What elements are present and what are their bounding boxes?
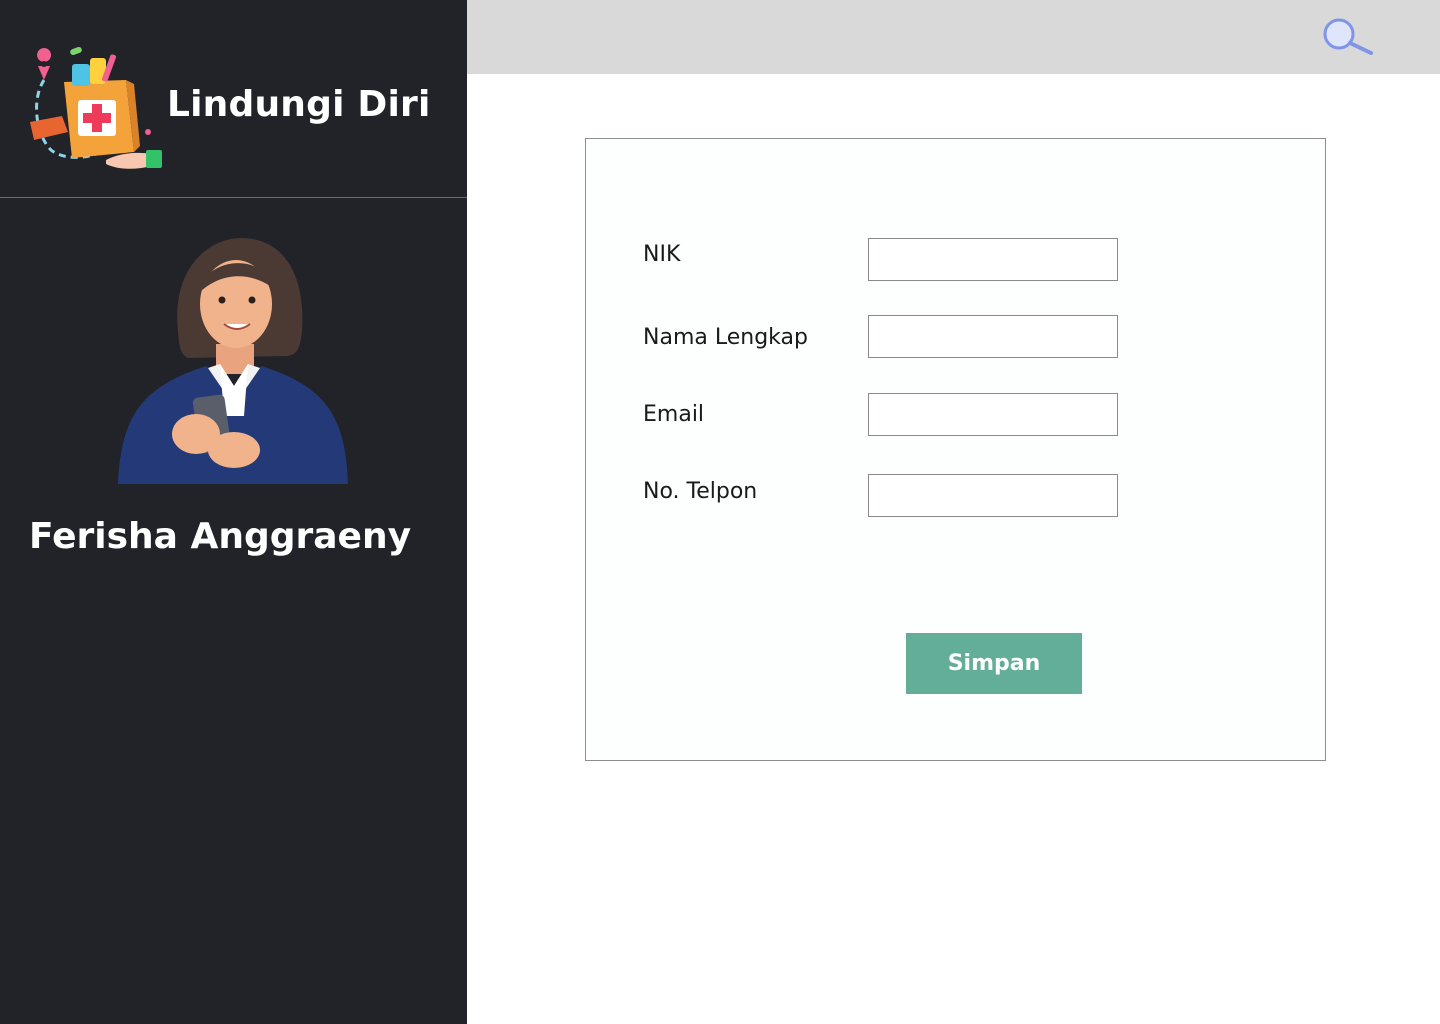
search-button[interactable]	[1322, 17, 1376, 57]
medicine-bag-icon	[30, 46, 162, 169]
save-button[interactable]: Simpan	[906, 633, 1082, 694]
phone-label: No. Telpon	[643, 479, 758, 504]
email-input[interactable]	[868, 393, 1118, 436]
topbar	[467, 0, 1440, 74]
sidebar: Lindungi Diri Ferisha Anggraeny	[0, 0, 467, 1024]
user-avatar	[118, 238, 348, 484]
search-icon	[1323, 18, 1373, 55]
user-name: Ferisha Anggraeny	[28, 516, 412, 557]
email-label: Email	[643, 402, 705, 427]
main-content: NIK Nama Lengkap Email No. Telpon Simpan	[467, 74, 1440, 1024]
profile-form: NIK Nama Lengkap Email No. Telpon Simpan	[585, 138, 1326, 761]
full-name-input[interactable]	[868, 315, 1118, 358]
brand-header: Lindungi Diri	[0, 0, 467, 198]
brand-title: Lindungi Diri	[167, 84, 431, 125]
nik-label: NIK	[643, 242, 681, 267]
phone-input[interactable]	[868, 474, 1118, 517]
nik-input[interactable]	[868, 238, 1118, 281]
app-root: Lindungi Diri Ferisha Anggraeny NIK Nama…	[0, 0, 1440, 1024]
full-name-label: Nama Lengkap	[643, 325, 808, 350]
